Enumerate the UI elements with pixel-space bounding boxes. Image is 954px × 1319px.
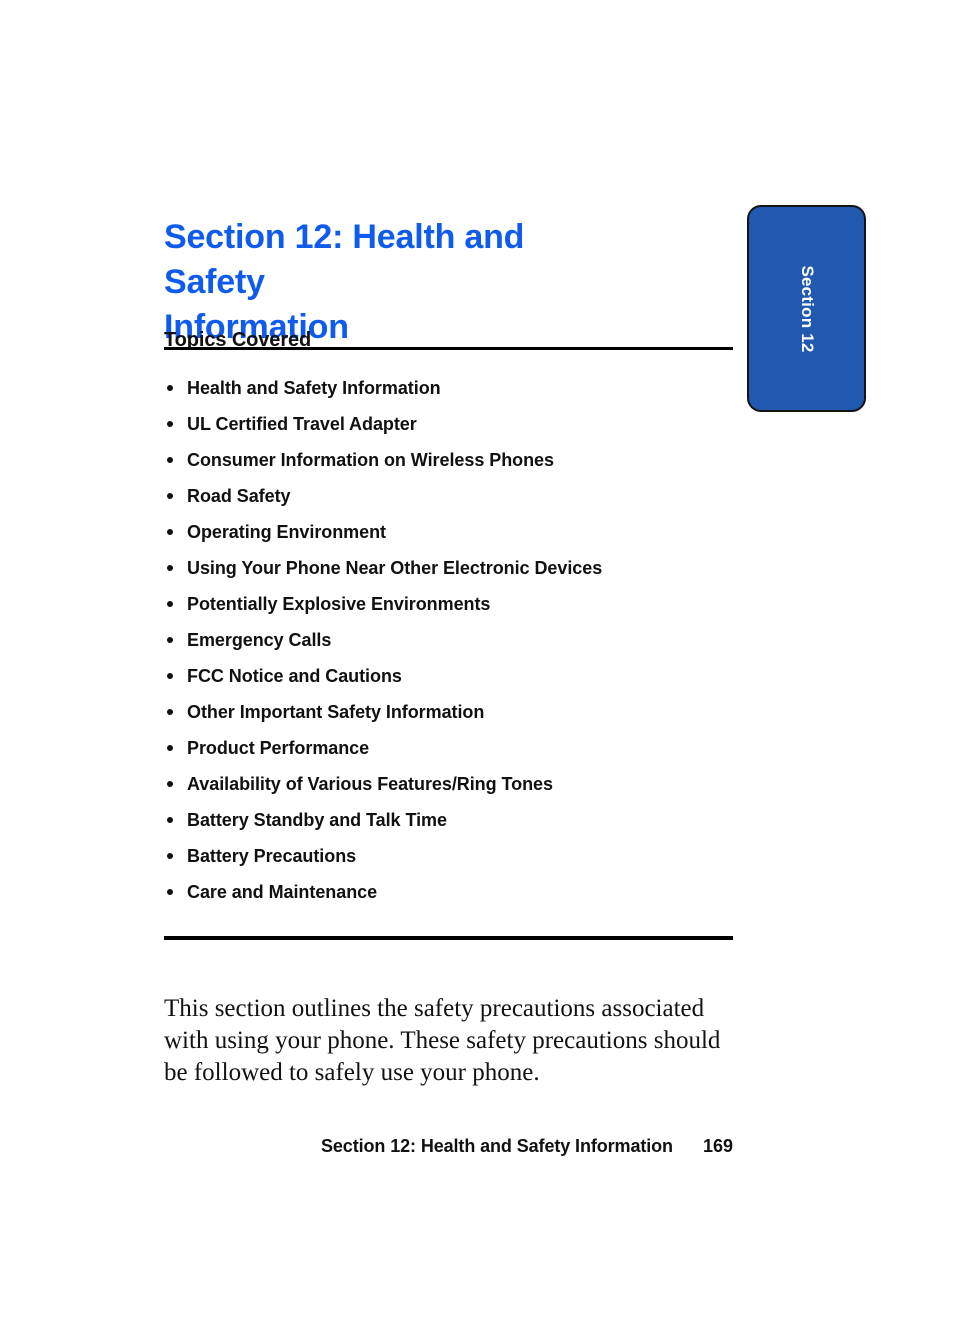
- section-tab: Section 12: [747, 205, 866, 412]
- bullet-icon: [167, 817, 173, 823]
- list-item-label: Battery Precautions: [187, 846, 357, 866]
- list-item: Availability of Various Features/Ring To…: [164, 772, 734, 808]
- list-item: FCC Notice and Cautions: [164, 664, 734, 700]
- list-item: Using Your Phone Near Other Electronic D…: [164, 556, 734, 592]
- bullet-icon: [167, 853, 173, 859]
- list-item-label: Consumer Information on Wireless Phones: [187, 450, 554, 470]
- list-item-label: Health and Safety Information: [187, 378, 441, 398]
- bullet-icon: [167, 637, 173, 643]
- list-item-label: Road Safety: [187, 486, 291, 506]
- list-item-label: Using Your Phone Near Other Electronic D…: [187, 558, 603, 578]
- heading-divider-top: [164, 347, 733, 350]
- list-item: Care and Maintenance: [164, 880, 734, 916]
- list-item-label: UL Certified Travel Adapter: [187, 414, 417, 434]
- list-item: Potentially Explosive Environments: [164, 592, 734, 628]
- section-tab-label: Section 12: [797, 264, 817, 353]
- list-item-label: Battery Standby and Talk Time: [187, 810, 447, 830]
- page-footer: Section 12: Health and Safety Informatio…: [164, 1136, 733, 1157]
- list-item-label: Product Performance: [187, 738, 370, 758]
- list-item: Health and Safety Information: [164, 376, 734, 412]
- list-item-label: Potentially Explosive Environments: [187, 594, 491, 614]
- list-item: Consumer Information on Wireless Phones: [164, 448, 734, 484]
- bullet-icon: [167, 781, 173, 787]
- bullet-icon: [167, 565, 173, 571]
- list-item-label: Emergency Calls: [187, 630, 332, 650]
- page-number: 169: [702, 1136, 733, 1156]
- list-item-label: Care and Maintenance: [187, 882, 378, 902]
- bullet-icon: [167, 709, 173, 715]
- section-divider-bottom: [164, 936, 733, 940]
- list-item: Operating Environment: [164, 520, 734, 556]
- bullet-icon: [167, 673, 173, 679]
- bullet-icon: [167, 385, 173, 391]
- list-item-label: Availability of Various Features/Ring To…: [187, 774, 553, 794]
- bullet-icon: [167, 889, 173, 895]
- footer-section-title: Section 12: Health and Safety Informatio…: [320, 1136, 673, 1156]
- list-item-label: FCC Notice and Cautions: [187, 666, 402, 686]
- manual-page: Section 12 Section 12: Health and Safety…: [0, 0, 954, 1319]
- list-item: Other Important Safety Information: [164, 700, 734, 736]
- bullet-icon: [167, 529, 173, 535]
- list-item: Road Safety: [164, 484, 734, 520]
- list-item: Product Performance: [164, 736, 734, 772]
- bullet-icon: [167, 421, 173, 427]
- page-title-line-1: Section 12: Health and Safety: [164, 217, 525, 301]
- bullet-icon: [167, 745, 173, 751]
- list-item: Emergency Calls: [164, 628, 734, 664]
- list-item-label: Other Important Safety Information: [187, 702, 485, 722]
- bullet-icon: [167, 601, 173, 607]
- list-item-label: Operating Environment: [187, 522, 386, 542]
- list-item: UL Certified Travel Adapter: [164, 412, 734, 448]
- list-item: Battery Precautions: [164, 844, 734, 880]
- topics-list: Health and Safety Information UL Certifi…: [164, 376, 734, 916]
- bullet-icon: [167, 493, 173, 499]
- list-item: Battery Standby and Talk Time: [164, 808, 734, 844]
- body-paragraph: This section outlines the safety precaut…: [164, 995, 721, 1086]
- bullet-icon: [167, 457, 173, 463]
